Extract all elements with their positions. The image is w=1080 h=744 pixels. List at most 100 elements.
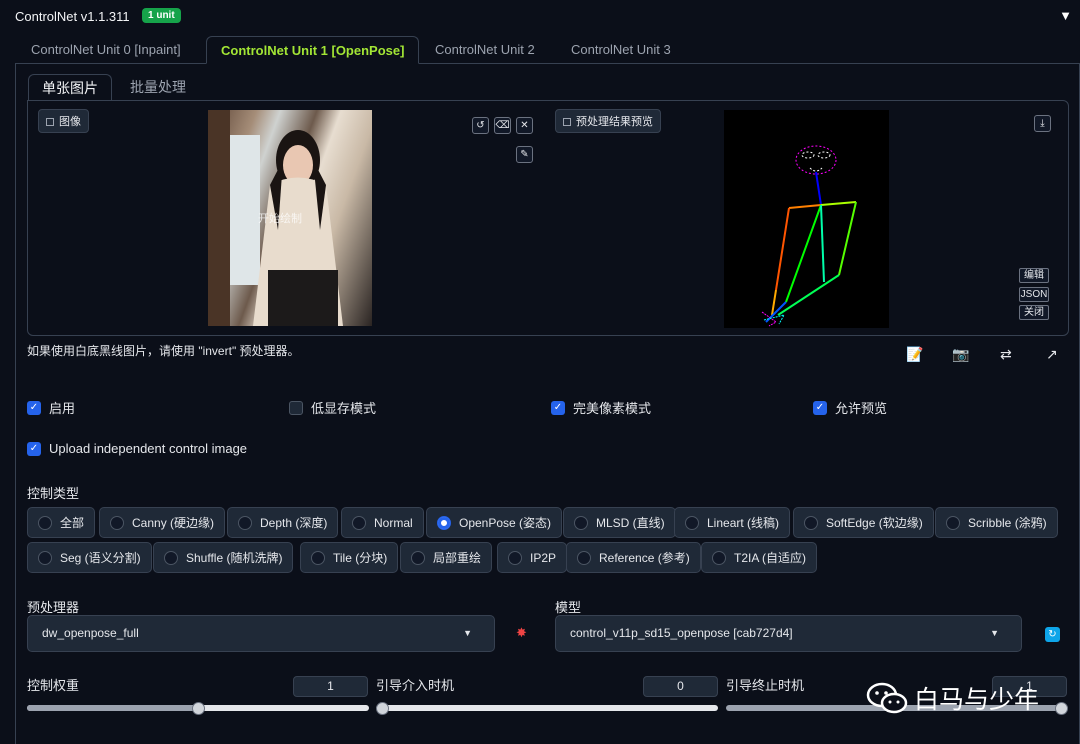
control-type-label-text: Seg (语义分割) [60, 551, 141, 565]
control-type-radio[interactable]: Tile (分块) [300, 542, 399, 573]
control-type-radio[interactable]: Canny (硬边缘) [99, 507, 226, 538]
refresh-icon[interactable]: ↻ [1045, 627, 1060, 642]
checkmark-icon: ✓ [813, 400, 827, 415]
weight-slider-thumb[interactable] [191, 702, 205, 715]
controlnet-title[interactable]: ControlNet v1.1.311 [15, 9, 130, 24]
start-drawing-overlay: 开始绘制 [258, 213, 302, 225]
control-type-label-text: Normal [374, 515, 413, 530]
openpose-skeleton [761, 145, 857, 327]
control-type-radio[interactable]: IP2P [497, 542, 568, 573]
radio-dot [685, 515, 699, 530]
eraser-icon[interactable]: ⌫ [494, 117, 511, 134]
radio-dot [311, 550, 325, 565]
weight-slider-fill [27, 705, 198, 711]
radio-dot [411, 550, 425, 565]
upload-independent-checkbox[interactable]: ✓ Upload independent control image [27, 441, 247, 456]
image-icon [46, 118, 54, 126]
control-type-label-text: 局部重绘 [433, 551, 482, 565]
checkmark-icon: ✓ [551, 400, 565, 415]
send-icon[interactable]: ↗ [1046, 346, 1058, 363]
control-type-radio[interactable]: MLSD (直线) [563, 507, 676, 538]
download-icon[interactable]: ⤓ [1034, 115, 1051, 132]
weight-label: 控制权重 [27, 678, 80, 693]
checkmark-icon: ✓ [27, 441, 41, 456]
image-label: 图像 [38, 109, 89, 133]
tab-unit-2[interactable]: ControlNet Unit 2 [421, 36, 549, 64]
allow-preview-checkbox[interactable]: ✓ 允许预览 [813, 398, 887, 417]
close-icon[interactable]: ✕ [516, 117, 533, 134]
control-type-label-text: MLSD (直线) [596, 516, 665, 530]
tab-unit-3[interactable]: ControlNet Unit 3 [557, 36, 685, 64]
start-label: 引导介入时机 [376, 678, 455, 693]
watermark-text: 白马与少年 [914, 686, 1040, 714]
close-preview-button[interactable]: 关闭 [1019, 305, 1049, 320]
unit-tab-bar: ControlNet Unit 0 [Inpaint] ControlNet U… [15, 36, 1080, 64]
control-type-label-text: 全部 [60, 516, 85, 530]
radio-dot [38, 515, 52, 530]
control-type-label-text: Canny (硬边缘) [132, 516, 215, 530]
model-dropdown[interactable]: control_v11p_sd15_openpose [cab727d4] ▼ [555, 615, 1022, 652]
swap-icon[interactable]: ⇄ [1000, 346, 1012, 363]
weight-input[interactable]: 1 [293, 676, 368, 697]
control-type-radio[interactable]: Lineart (线稿) [674, 507, 791, 538]
control-type-radio[interactable]: Depth (深度) [227, 507, 339, 538]
control-type-radio[interactable]: Seg (语义分割) [27, 542, 152, 573]
pixel-perfect-checkbox[interactable]: ✓ 完美像素模式 [551, 398, 651, 417]
control-type-radio[interactable]: OpenPose (姿态) [426, 507, 563, 538]
start-slider[interactable] [376, 705, 718, 711]
undo-icon[interactable]: ↺ [472, 117, 489, 134]
invert-hint: 如果使用白底黑线图片，请使用 "invert" 预处理器。 [27, 344, 300, 358]
radio-dot [712, 550, 726, 565]
control-type-radio[interactable]: Scribble (涂鸦) [935, 507, 1058, 538]
input-image[interactable]: 开始绘制 [208, 110, 372, 326]
control-type-radio[interactable]: T2IA (自适应) [701, 542, 818, 573]
collapse-triangle-icon[interactable]: ▼ [1059, 8, 1072, 23]
checkmark-icon: ✓ [27, 400, 41, 415]
unit-count-badge: 1 unit [142, 8, 181, 23]
radio-dot [164, 550, 178, 565]
preprocessor-dropdown[interactable]: dw_openpose_full ▼ [27, 615, 495, 652]
tab-single-image[interactable]: 单张图片 [28, 74, 112, 101]
control-type-label: 控制类型 [27, 486, 80, 501]
image-area [27, 100, 1069, 336]
low-vram-checkbox[interactable]: 低显存模式 [289, 398, 376, 417]
run-preprocessor-icon[interactable]: ✸ [516, 625, 527, 641]
tab-batch[interactable]: 批量处理 [117, 74, 199, 101]
chevron-down-icon: ▼ [463, 628, 472, 638]
start-input[interactable]: 0 [643, 676, 718, 697]
notepad-icon[interactable]: 📝 [906, 346, 923, 363]
radio-dot [577, 550, 591, 565]
json-button[interactable]: JSON [1019, 287, 1049, 302]
control-type-radio[interactable]: Shuffle (随机洗牌) [153, 542, 294, 573]
tab-unit-1[interactable]: ControlNet Unit 1 [OpenPose] [206, 36, 420, 64]
radio-dot [110, 515, 124, 530]
control-type-radio[interactable]: 全部 [27, 507, 96, 538]
control-type-radio[interactable]: 局部重绘 [400, 542, 493, 573]
tab-unit-0[interactable]: ControlNet Unit 0 [Inpaint] [17, 36, 195, 64]
radio-dot [804, 515, 818, 530]
end-slider-thumb[interactable] [1055, 702, 1068, 715]
control-type-label-text: Tile (分块) [333, 551, 388, 565]
wechat-icon [866, 682, 908, 714]
control-type-label-text: IP2P [530, 550, 557, 565]
control-type-radio[interactable]: SoftEdge (软边缘) [793, 507, 934, 538]
control-type-label-text: Scribble (涂鸦) [968, 516, 1047, 530]
start-slider-thumb[interactable] [376, 702, 389, 715]
edit-button[interactable]: 编辑 [1019, 268, 1049, 283]
control-type-radio[interactable]: Reference (参考) [566, 542, 701, 573]
radio-dot [574, 515, 588, 530]
control-type-radio[interactable]: Normal [341, 507, 424, 538]
radio-dot [946, 515, 960, 530]
brush-icon[interactable]: ✎ [516, 146, 533, 163]
image-icon [563, 118, 571, 126]
radio-dot [352, 515, 366, 530]
enable-checkbox[interactable]: ✓ 启用 [27, 398, 75, 417]
model-label: 模型 [555, 600, 582, 615]
preprocessor-label: 预处理器 [27, 600, 80, 615]
radio-dot [437, 515, 451, 530]
camera-icon[interactable]: 📷 [952, 346, 969, 363]
radio-dot [508, 550, 522, 565]
end-label: 引导终止时机 [726, 678, 805, 693]
control-type-label-text: Lineart (线稿) [707, 516, 780, 530]
control-type-label-text: Shuffle (随机洗牌) [186, 551, 283, 565]
